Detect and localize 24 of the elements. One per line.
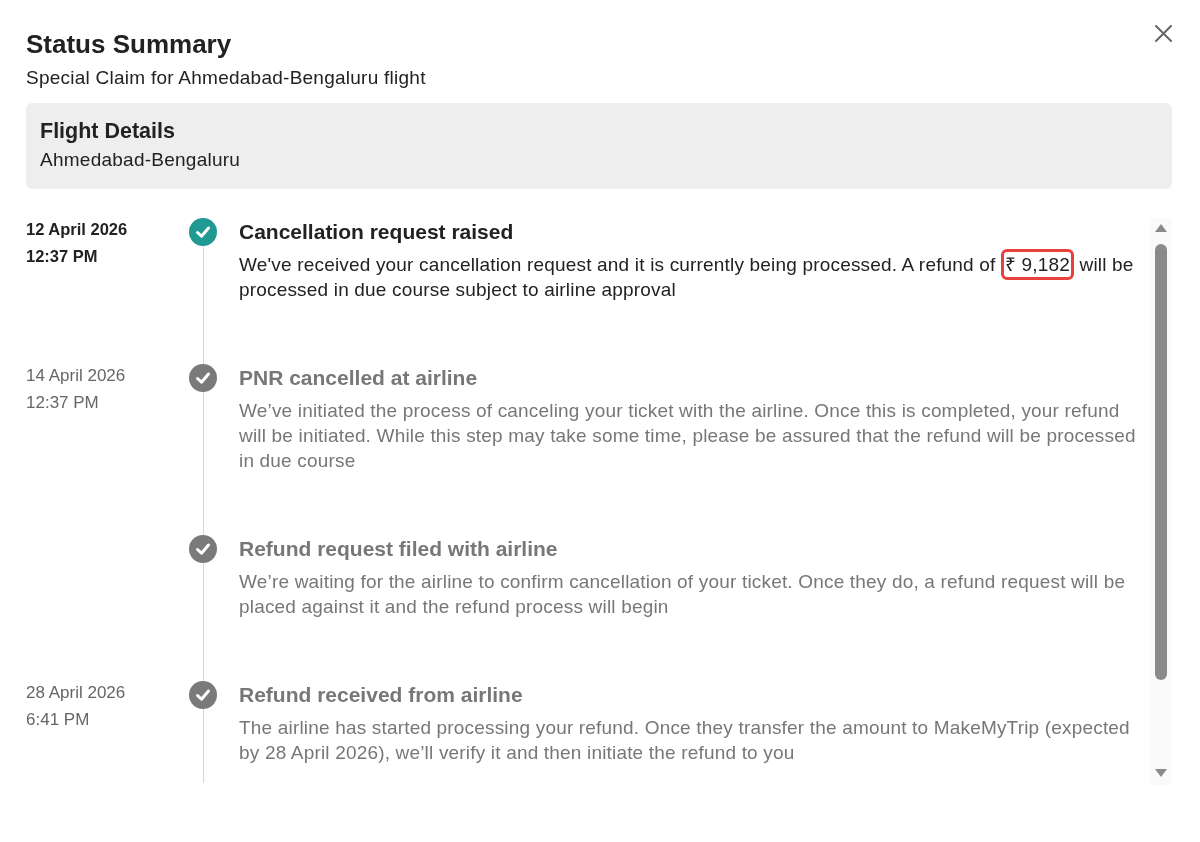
flight-route: Ahmedabad-Bengaluru <box>40 148 241 172</box>
step-time: 6:41 PM <box>26 709 90 731</box>
step-date: 28 April 2026 <box>26 682 126 704</box>
step-description: We’re waiting for the airline to confirm cancellation of your ticket. Once they do, a refund request will be placed against it and the refund process will begin <box>239 570 1127 619</box>
scroll-up-icon[interactable] <box>1155 224 1167 232</box>
scrollbar-thumb[interactable] <box>1155 244 1167 680</box>
card-title: Flight Details <box>40 118 175 145</box>
step-time: 12:37 PM <box>26 392 99 414</box>
step-title: Refund received from airline <box>239 682 523 708</box>
scrollbar-track[interactable] <box>1150 218 1172 785</box>
close-icon <box>1154 24 1172 42</box>
step-time: 12:37 PM <box>26 246 98 267</box>
step-title: Refund request filed with airline <box>239 536 558 562</box>
step-description: We've received your cancellation request and it is currently being processed. A refund of ₹ 9,182 will be processed in due course subject to airline approval <box>239 252 1150 302</box>
dialog-subtitle: Special Claim for Ahmedabad-Bengaluru flight <box>26 66 426 90</box>
step-date: 14 April 2026 <box>26 365 126 387</box>
step-date: 12 April 2026 <box>26 219 128 240</box>
scroll-down-icon[interactable] <box>1155 769 1167 777</box>
step-title: PNR cancelled at airline <box>239 365 478 391</box>
step-description: The airline has started processing your refund. Once they transfer the amount to MakeMyTrip (expected by 28 April 2026), we’ll verify it and then initiate the refund to you <box>239 716 1131 765</box>
step-description: We’ve initiated the process of canceling your ticket with the airline. Once this is completed, your refund will be initiated. While this step may take some time, please be assured that the refund will be processed in due course <box>239 399 1137 473</box>
dialog-title: Status Summary <box>26 28 232 61</box>
highlighted-amount: ₹ 9,182 <box>1000 249 1075 280</box>
step-title: Cancellation request raised <box>239 219 514 245</box>
